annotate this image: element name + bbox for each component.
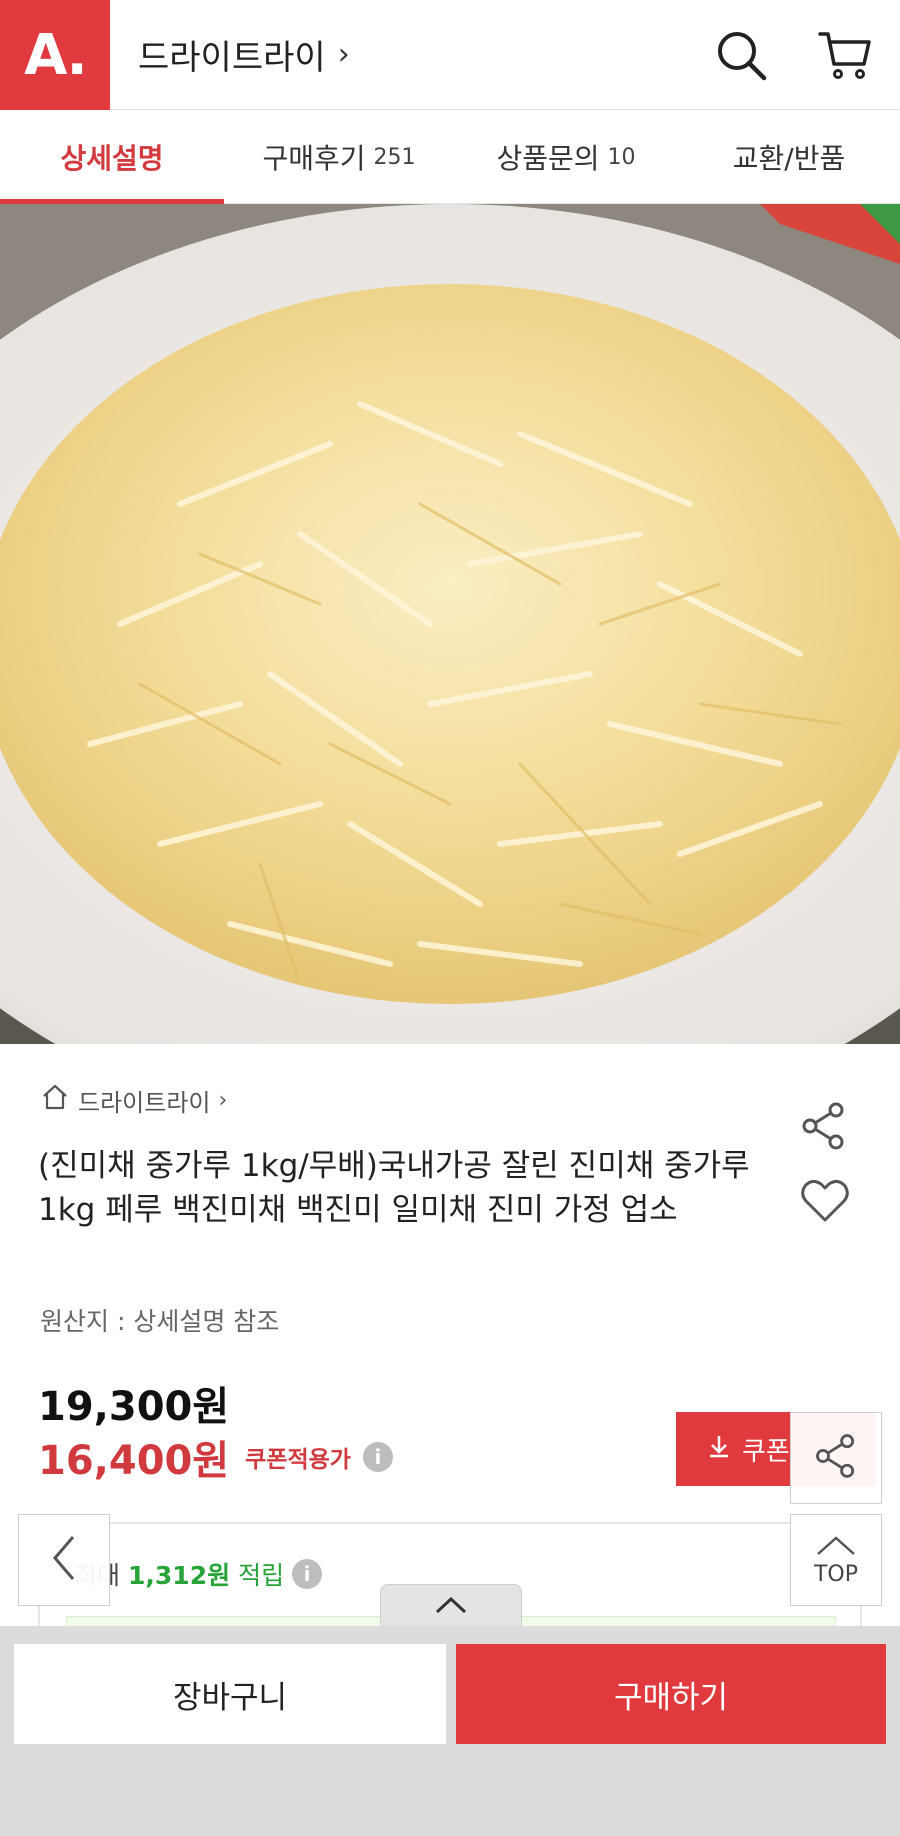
share-icon[interactable]: [796, 1098, 852, 1154]
download-icon: [706, 1433, 732, 1466]
cart-icon[interactable]: [816, 26, 874, 84]
product-info: 드라이트라이 › (진미채 중가루 1kg/무배)국내가공 잘린 진미채 중가루…: [0, 1044, 900, 1646]
breadcrumb-store: 드라이트라이: [78, 1088, 211, 1117]
chevron-right-icon: ›: [337, 37, 350, 72]
info-icon[interactable]: i: [292, 1559, 323, 1589]
top-label: TOP: [813, 1561, 859, 1587]
sale-price: 16,400원: [38, 1438, 230, 1484]
tab-label: 상세설명: [60, 142, 164, 175]
breadcrumb[interactable]: 드라이트라이 ›: [40, 1082, 227, 1118]
tab-count: 251: [373, 144, 416, 170]
original-price: 19,300원: [38, 1384, 230, 1430]
coupon-button-label: 쿠폰: [742, 1436, 790, 1467]
sale-price-row: 16,400원 쿠폰적용가 i: [38, 1428, 393, 1486]
back-button[interactable]: [18, 1514, 110, 1606]
top-header: A. 드라이트라이 ›: [0, 0, 900, 110]
tab-count: 10: [607, 144, 636, 170]
store-link[interactable]: 드라이트라이 ›: [138, 30, 350, 79]
wishlist-heart-icon[interactable]: [798, 1174, 852, 1228]
expand-options-handle[interactable]: [380, 1584, 522, 1628]
tab-exchange-return[interactable]: 교환/반품: [678, 110, 900, 204]
share-icon: [810, 1430, 862, 1486]
store-name-label: 드라이트라이: [138, 38, 326, 78]
info-icon[interactable]: i: [362, 1442, 393, 1472]
points-text: 최대 1,312원 적립 i: [74, 1556, 323, 1592]
add-to-cart-button[interactable]: 장바구니: [14, 1644, 446, 1744]
chevron-right-icon: ›: [218, 1087, 228, 1113]
tab-label: 교환/반품: [732, 142, 846, 175]
search-icon[interactable]: [712, 26, 770, 84]
chevron-up-icon: [434, 1596, 468, 1618]
tab-reviews[interactable]: 구매후기 251: [224, 110, 454, 204]
home-icon: [40, 1082, 70, 1118]
scroll-top-button[interactable]: TOP: [790, 1514, 882, 1606]
tab-qna[interactable]: 상품문의 10: [454, 110, 678, 204]
chevron-up-icon: [814, 1534, 858, 1562]
product-image[interactable]: [0, 204, 900, 1044]
floating-share-button[interactable]: [790, 1412, 882, 1504]
points-amount: 1,312원: [128, 1561, 231, 1590]
buy-now-button[interactable]: 구매하기: [456, 1644, 886, 1744]
app-logo[interactable]: A.: [0, 0, 110, 110]
product-title: (진미채 중가루 1kg/무배)국내가공 잘린 진미채 중가루1kg 페루 백진…: [38, 1148, 750, 1228]
tab-label: 상품문의: [496, 142, 600, 175]
coupon-price-label: 쿠폰적용가: [245, 1447, 351, 1473]
chevron-left-icon: [49, 1533, 79, 1587]
detail-tabs: 상세설명 구매후기 251 상품문의 10 교환/반품: [0, 110, 900, 204]
points-suffix: 적립: [238, 1561, 285, 1590]
tab-detail[interactable]: 상세설명: [0, 110, 224, 204]
product-origin: 원산지 : 상세설명 참조: [40, 1307, 280, 1336]
tab-label: 구매후기: [262, 142, 366, 175]
